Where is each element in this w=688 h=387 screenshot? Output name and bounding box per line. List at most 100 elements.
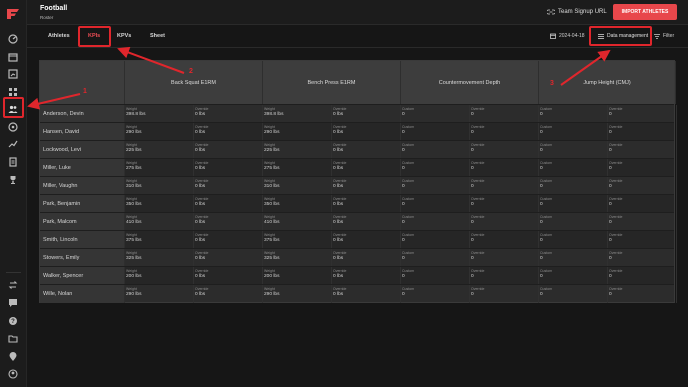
trophy-icon[interactable]: [7, 174, 19, 186]
kpi-cell[interactable]: Custom 0: [401, 177, 470, 195]
kpi-cell[interactable]: Weight 350 lbs: [125, 195, 194, 213]
chat-icon[interactable]: [7, 297, 19, 309]
kpi-cell[interactable]: Override 0: [608, 159, 677, 177]
kpi-cell[interactable]: Weight 225 lbs: [263, 141, 332, 159]
kpi-cell[interactable]: Weight 225 lbs: [125, 141, 194, 159]
kpi-cell[interactable]: Override 0 lbs: [194, 141, 263, 159]
kpi-cell[interactable]: Override 0: [608, 123, 677, 141]
kpi-cell[interactable]: Override 0 lbs: [332, 249, 401, 267]
date-picker[interactable]: 2024-04-18: [550, 33, 585, 39]
kpi-cell[interactable]: Override 0 lbs: [332, 213, 401, 231]
athlete-name[interactable]: Walker, Spencer: [40, 267, 125, 285]
kpi-cell[interactable]: Weight 310 lbs: [125, 177, 194, 195]
kpi-cell[interactable]: Weight 275 lbs: [263, 159, 332, 177]
kpi-cell[interactable]: Override 0 lbs: [194, 249, 263, 267]
kpi-cell[interactable]: Weight 290 lbs: [125, 123, 194, 141]
soccer-ball-icon[interactable]: [7, 121, 19, 133]
kpi-cell[interactable]: Override 0: [608, 141, 677, 159]
kpi-cell[interactable]: Custom 0: [401, 213, 470, 231]
kpi-cell[interactable]: Custom 0: [401, 285, 470, 303]
kpi-cell[interactable]: Custom 0: [401, 249, 470, 267]
kpi-cell[interactable]: Weight 410 lbs: [125, 213, 194, 231]
kpi-cell[interactable]: Weight 290 lbs: [125, 285, 194, 303]
import-athletes-button[interactable]: IMPORT ATHLETES: [613, 4, 677, 20]
kpi-cell[interactable]: Override 0: [608, 177, 677, 195]
kpi-cell[interactable]: Override 0 lbs: [194, 123, 263, 141]
athlete-name[interactable]: Anderson, Devin: [40, 105, 125, 123]
athlete-name[interactable]: Miller, Vaughn: [40, 177, 125, 195]
kpi-cell[interactable]: Weight 375 lbs: [263, 231, 332, 249]
kpi-cell[interactable]: Override 0: [470, 249, 539, 267]
kpi-cell[interactable]: Override 0 lbs: [332, 267, 401, 285]
kpi-cell[interactable]: Weight 275 lbs: [125, 159, 194, 177]
athlete-name[interactable]: Miller, Luke: [40, 159, 125, 177]
tab-kpvs[interactable]: KPVs: [117, 33, 131, 39]
column-group-bench-press[interactable]: Bench Press E1RM: [263, 61, 401, 104]
kpi-cell[interactable]: Custom 0: [539, 213, 608, 231]
kpi-cell[interactable]: Override 0 lbs: [194, 159, 263, 177]
column-group-jump-height[interactable]: Jump Height (CMJ): [539, 61, 676, 104]
kpi-cell[interactable]: Override 0 lbs: [194, 267, 263, 285]
kpi-cell[interactable]: Weight 410 lbs: [263, 213, 332, 231]
kpi-cell[interactable]: Weight 375 lbs: [125, 231, 194, 249]
kpi-cell[interactable]: Override 0 lbs: [194, 231, 263, 249]
kpi-cell[interactable]: Override 0 lbs: [332, 159, 401, 177]
kpi-cell[interactable]: Custom 0: [539, 195, 608, 213]
kpi-cell[interactable]: Weight 310 lbs: [263, 177, 332, 195]
kpi-cell[interactable]: Custom 0: [401, 195, 470, 213]
filter-button[interactable]: Filter: [654, 33, 674, 39]
kpi-cell[interactable]: Custom 0: [539, 105, 608, 123]
athlete-name[interactable]: Smith, Lincoln: [40, 231, 125, 249]
athlete-name[interactable]: Stowers, Emily: [40, 249, 125, 267]
kpi-cell[interactable]: Override 0 lbs: [332, 195, 401, 213]
kpi-cell[interactable]: Custom 0: [539, 141, 608, 159]
kpi-cell[interactable]: Custom 0: [539, 285, 608, 303]
kpi-cell[interactable]: Custom 0: [539, 177, 608, 195]
kpi-cell[interactable]: Override 0: [608, 231, 677, 249]
kpi-cell[interactable]: Override 0: [470, 213, 539, 231]
clipboard-icon[interactable]: [7, 156, 19, 168]
tab-sheet[interactable]: Sheet: [150, 33, 165, 39]
kpi-cell[interactable]: Override 0: [608, 195, 677, 213]
kpi-cell[interactable]: Custom 0: [539, 267, 608, 285]
logo-icon[interactable]: [6, 8, 20, 20]
kpi-cell[interactable]: Override 0 lbs: [194, 177, 263, 195]
kpi-cell[interactable]: Custom 0: [539, 249, 608, 267]
kpi-cell[interactable]: Override 0 lbs: [332, 105, 401, 123]
swap-icon[interactable]: [7, 279, 19, 291]
kpi-cell[interactable]: Weight 350 lbs: [263, 195, 332, 213]
team-signup-link[interactable]: Team Signup URL: [547, 9, 607, 15]
kpi-cell[interactable]: Override 0 lbs: [194, 105, 263, 123]
athlete-name[interactable]: Park, Benjamin: [40, 195, 125, 213]
kpi-cell[interactable]: Override 0 lbs: [332, 141, 401, 159]
kpi-cell[interactable]: Weight 398.8 lbs: [125, 105, 194, 123]
folder-icon[interactable]: [7, 333, 19, 345]
kpi-cell[interactable]: Weight 200 lbs: [125, 267, 194, 285]
help-icon[interactable]: ?: [7, 315, 19, 327]
athlete-name[interactable]: Hansen, David: [40, 123, 125, 141]
kpi-cell[interactable]: Override 0: [608, 105, 677, 123]
column-group-cm-depth[interactable]: Countermovement Depth: [401, 61, 539, 104]
kpi-cell[interactable]: Custom 0: [401, 231, 470, 249]
location-icon[interactable]: [7, 351, 19, 363]
kpi-cell[interactable]: Custom 0: [401, 105, 470, 123]
trend-icon[interactable]: [7, 138, 19, 150]
kpi-cell[interactable]: Override 0: [470, 123, 539, 141]
kpi-cell[interactable]: Override 0: [470, 141, 539, 159]
kpi-cell[interactable]: Override 0: [470, 285, 539, 303]
kpi-cell[interactable]: Weight 325 lbs: [125, 249, 194, 267]
tab-athletes[interactable]: Athletes: [48, 33, 70, 39]
kpi-cell[interactable]: Override 0: [470, 267, 539, 285]
kpi-cell[interactable]: Override 0 lbs: [194, 213, 263, 231]
kpi-cell[interactable]: Override 0: [608, 285, 677, 303]
kpi-cell[interactable]: Override 0: [470, 105, 539, 123]
kpi-cell[interactable]: Weight 325 lbs: [263, 249, 332, 267]
athlete-name[interactable]: Wille, Nolan: [40, 285, 125, 303]
kpi-cell[interactable]: Override 0: [470, 195, 539, 213]
kpi-cell[interactable]: Custom 0: [401, 141, 470, 159]
kpi-cell[interactable]: Weight 290 lbs: [263, 123, 332, 141]
kpi-cell[interactable]: Override 0: [608, 267, 677, 285]
user-icon[interactable]: [7, 368, 19, 380]
kpi-cell[interactable]: Override 0: [470, 231, 539, 249]
kpi-cell[interactable]: Override 0 lbs: [332, 231, 401, 249]
